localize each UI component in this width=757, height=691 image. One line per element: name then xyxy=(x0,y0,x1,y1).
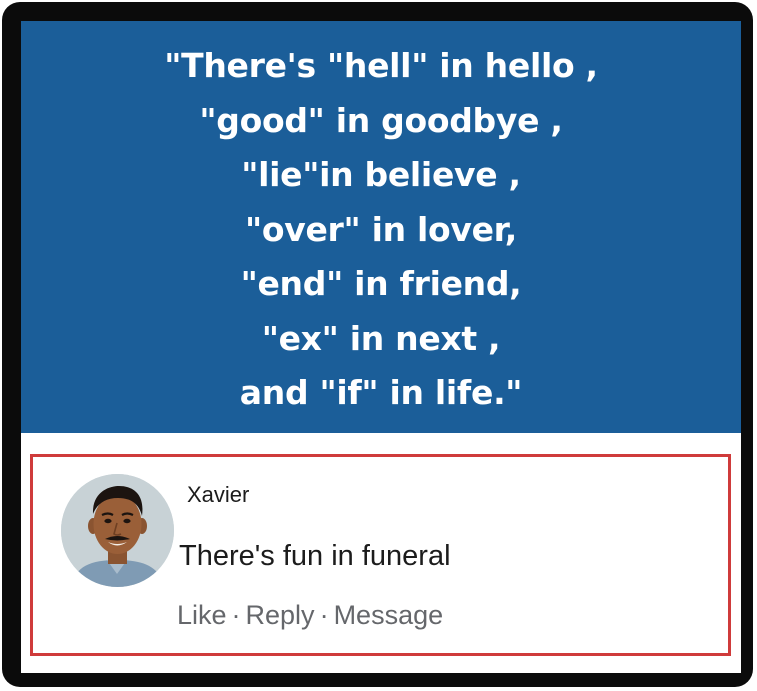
action-separator: · xyxy=(231,600,241,630)
quote-line: "good" in goodbye , xyxy=(199,100,563,140)
quote-line: and "if" in life." xyxy=(239,373,523,412)
person-avatar-icon[interactable] xyxy=(61,474,174,587)
comment-author[interactable]: Xavier xyxy=(187,482,249,508)
quote-text: "There's "hell" in hello , "good" in goo… xyxy=(21,39,741,421)
post-panel: "There's "hell" in hello , "good" in goo… xyxy=(21,21,741,673)
comment-actions: Like · Reply · Message xyxy=(177,600,443,631)
image-frame: "There's "hell" in hello , "good" in goo… xyxy=(2,2,753,687)
quote-line: "There's "hell" in hello , xyxy=(164,46,598,85)
comment-text: There's fun in funeral xyxy=(179,540,451,572)
quote-line: "ex" in next , xyxy=(261,318,501,358)
reply-link[interactable]: Reply xyxy=(246,600,315,630)
like-link[interactable]: Like xyxy=(177,600,227,630)
quote-line: "end" in friend, xyxy=(240,264,522,303)
quote-card: "There's "hell" in hello , "good" in goo… xyxy=(21,21,741,433)
message-link[interactable]: Message xyxy=(334,600,444,630)
action-separator: · xyxy=(319,600,329,630)
quote-line: "lie"in believe , xyxy=(241,155,521,194)
highlighted-comment: Xavier There's fun in funeral Like · Reply… xyxy=(30,454,731,656)
quote-line: "over" in lover, xyxy=(244,209,518,249)
avatar-photo xyxy=(61,474,174,587)
